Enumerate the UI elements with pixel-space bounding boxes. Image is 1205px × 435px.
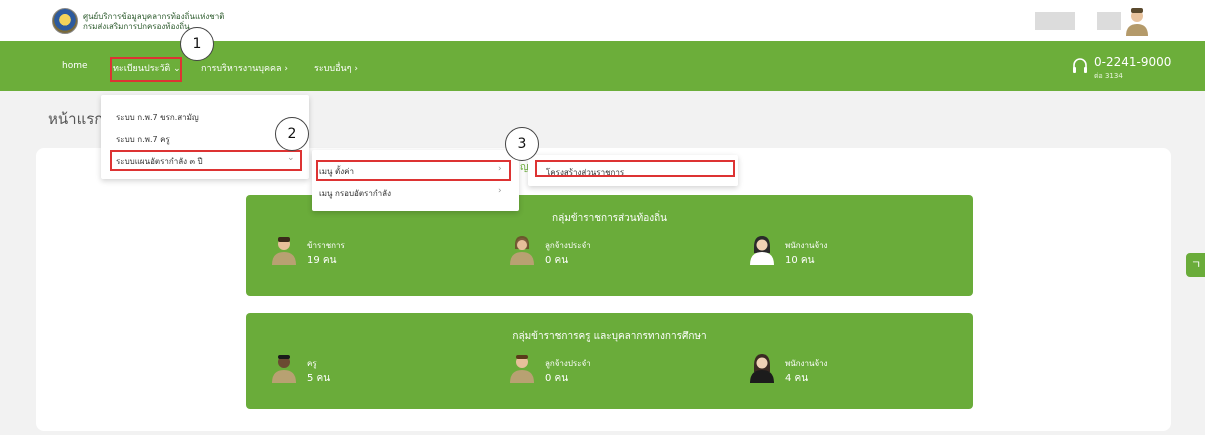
step-callout-3: 3	[505, 127, 539, 161]
support-phone-ext: ต่อ 3134	[1094, 72, 1123, 80]
person-type-label: ข้าราชการ	[307, 241, 345, 250]
group-title: กลุ่มข้าราชการส่วนท้องถิ่น	[552, 213, 667, 224]
nav-home[interactable]: home	[62, 61, 88, 71]
nav-other-systems[interactable]: ระบบอื่นๆ ›	[314, 61, 358, 75]
person-count: 0 คน	[545, 373, 569, 384]
person-count: 10 คน	[785, 255, 815, 266]
teacher-avatar-icon	[272, 355, 296, 383]
menu-item-kp7-civil[interactable]: ระบบ ก.พ.7 ขรก.สามัญ	[116, 111, 199, 124]
nav-hr-admin[interactable]: การบริหารงานบุคคล ›	[201, 61, 288, 75]
support-phone: 0-2241-9000	[1094, 55, 1172, 69]
person-count: 0 คน	[545, 255, 569, 266]
menu-item-manpower-frame[interactable]: เมนู กรอบอัตรากำลัง	[319, 187, 391, 200]
person-type-label: พนักงานจ้าง	[785, 241, 828, 250]
employee-avatar-icon	[510, 236, 534, 265]
person-type-label: พนักงานจ้าง	[785, 359, 828, 368]
highlight-registry	[110, 57, 182, 82]
page-title: หน้าแรก	[48, 110, 104, 128]
top-header: ศูนย์บริการข้อมูลบุคลากรท้องถิ่นแห่งชาติ…	[0, 0, 1205, 41]
headset-icon	[1073, 58, 1087, 73]
person-count: 5 คน	[307, 373, 331, 384]
staff-avatar-icon	[750, 354, 774, 383]
user-role-placeholder	[1097, 12, 1121, 30]
org-name-line2: กรมส่งเสริมการปกครองท้องถิ่น	[83, 22, 190, 31]
highlight-org-structure	[535, 160, 735, 177]
menu-item-kp7-teacher[interactable]: ระบบ ก.พ.7 ครู	[116, 133, 170, 146]
person-type-label: ครู	[307, 359, 317, 368]
group-title: กลุ่มข้าราชการครู และบุคลากรทางการศึกษา	[512, 331, 707, 342]
person-type-label: ลูกจ้างประจำ	[545, 241, 591, 250]
highlight-settings	[316, 160, 511, 181]
side-panel-tab[interactable]: ㄱ	[1186, 253, 1205, 277]
highlight-manpower-plan	[110, 150, 302, 171]
staff-avatar-icon	[750, 236, 774, 265]
org-logo-icon[interactable]	[52, 8, 78, 34]
employee-avatar-icon	[510, 355, 534, 383]
chevron-right-icon: ›	[498, 186, 502, 196]
step-callout-2: 2	[275, 117, 309, 151]
step-callout-1: 1	[180, 27, 214, 61]
official-avatar-icon	[272, 237, 296, 265]
person-count: 19 คน	[307, 255, 337, 266]
person-type-label: ลูกจ้างประจำ	[545, 359, 591, 368]
user-avatar-icon[interactable]	[1122, 6, 1152, 36]
person-count: 4 คน	[785, 373, 809, 384]
group-teachers-education: กลุ่มข้าราชการครู และบุคลากรทางการศึกษา …	[246, 313, 973, 409]
user-info-placeholder	[1035, 12, 1075, 30]
